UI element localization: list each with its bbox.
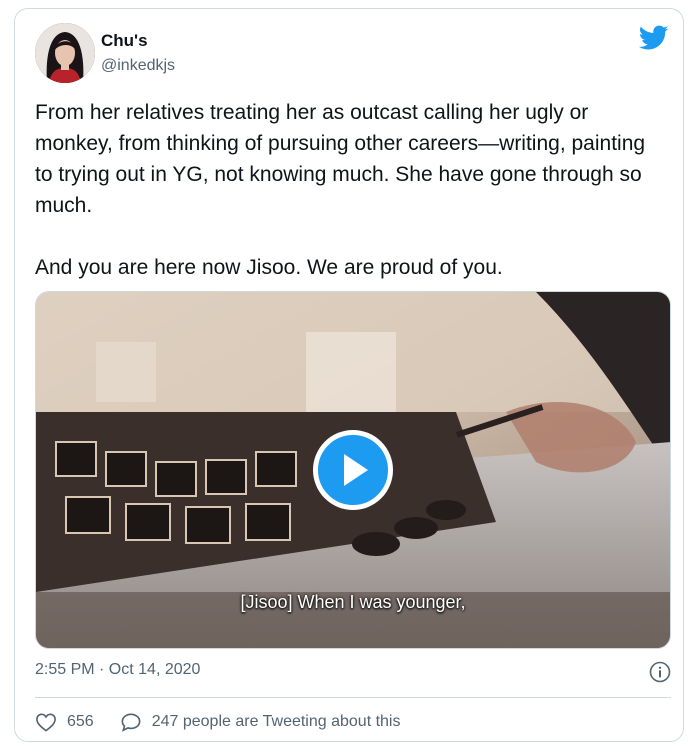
avatar-image [35, 23, 95, 83]
tweet-paragraph: And you are here now Jisoo. We are proud… [35, 256, 503, 279]
play-button[interactable] [313, 430, 393, 510]
divider [35, 697, 671, 698]
author-handle[interactable]: @inkedkjs [101, 57, 175, 75]
heart-icon [36, 713, 56, 732]
timestamp-row: 2:55 PM · Oct 14, 2020 [35, 661, 671, 685]
twitter-bird-icon[interactable] [638, 25, 669, 51]
tweet-card: Chu's @inkedkjs From her relatives treat… [14, 8, 684, 742]
tweet-text: From her relatives treating her as outca… [35, 97, 665, 283]
author-display-name[interactable]: Chu's [101, 31, 148, 51]
tweet-paragraph: From her relatives treating her as outca… [35, 101, 646, 217]
discussion-link[interactable]: 247 people are Tweeting about this [120, 712, 401, 732]
video-player[interactable]: [Jisoo] When I was younger, [35, 291, 671, 649]
like-count: 656 [67, 713, 94, 730]
discussion-label: 247 people are Tweeting about this [151, 713, 401, 730]
tweet-actions: 656 247 people are Tweeting about this [35, 709, 400, 735]
play-icon [344, 454, 368, 486]
video-subtitle: [Jisoo] When I was younger, [240, 592, 466, 612]
like-button[interactable]: 656 [35, 712, 94, 732]
avatar[interactable] [35, 23, 95, 83]
info-icon[interactable] [649, 661, 671, 683]
speech-bubble-icon [121, 713, 141, 732]
tweet-timestamp[interactable]: 2:55 PM · Oct 14, 2020 [35, 661, 200, 678]
